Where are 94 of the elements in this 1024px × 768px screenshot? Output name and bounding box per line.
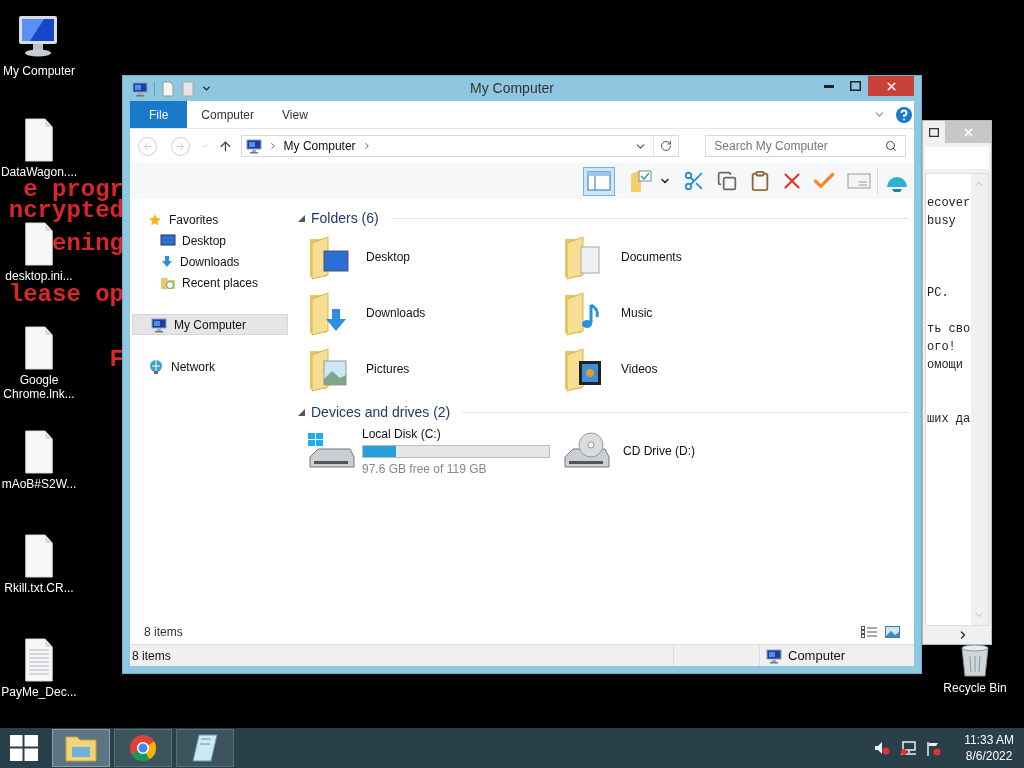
status-count: 8 items (131, 647, 172, 665)
details-view-icon[interactable] (861, 626, 877, 638)
collapse-icon[interactable] (298, 214, 305, 222)
taskbar-button[interactable] (52, 729, 110, 767)
message-line: PC. (927, 285, 950, 302)
close-icon (884, 79, 898, 93)
ribbon-tab[interactable]: View (268, 101, 322, 128)
nav-item[interactable]: Downloads (130, 251, 290, 272)
network-status-icon[interactable] (900, 740, 917, 756)
status-location: Computer (788, 646, 846, 665)
taskbar-button[interactable] (176, 729, 234, 767)
up-icon[interactable] (217, 138, 233, 154)
maximize-icon (849, 81, 861, 91)
desktop-icon-label[interactable]: My Computer (1, 64, 77, 78)
close-icon (961, 125, 975, 139)
preview-pane-button[interactable] (583, 166, 615, 196)
desktop-icon-label[interactable]: desktop.ini... (3, 269, 75, 283)
refresh-icon[interactable] (660, 140, 673, 152)
cd-drive-icon (561, 431, 611, 471)
folder-label[interactable]: Downloads (366, 304, 426, 322)
paste-icon[interactable] (749, 170, 771, 192)
message-line: ening (52, 230, 124, 257)
nav-item[interactable]: Network (130, 356, 290, 377)
folder-clock-icon (160, 275, 176, 290)
folder-icon (64, 733, 98, 763)
ribbon-tab[interactable]: File (130, 101, 188, 128)
chrome-icon (129, 734, 157, 762)
forward-arrow-icon (174, 140, 186, 152)
message-line: ших да (927, 411, 971, 428)
file-icon (24, 326, 54, 370)
collapse-icon[interactable] (298, 408, 305, 416)
search-icon (885, 140, 897, 152)
desktop-icon (160, 233, 176, 248)
file-icon (24, 222, 54, 266)
disk-drive-icon (306, 431, 356, 471)
search-field[interactable]: Search My Computer (705, 135, 906, 157)
desktop-icon-label[interactable]: Rkill.txt.CR... (2, 581, 76, 595)
large-icons-view-icon[interactable] (885, 626, 900, 638)
message-line: F (109, 346, 124, 373)
drive-label[interactable]: Local Disk (C:) (362, 424, 550, 443)
message-line: busy (927, 213, 957, 230)
network-icon (148, 358, 164, 375)
flag-icon[interactable] (926, 740, 943, 756)
message-line: омощи (927, 357, 964, 374)
drive-free-space: 97.6 GB free of 119 GB (362, 460, 488, 478)
address-bar[interactable]: My Computer (240, 135, 680, 157)
message-line: ого! (927, 339, 957, 356)
computer-icon (245, 138, 262, 154)
file-icon (24, 430, 54, 474)
taskbar-button[interactable] (114, 729, 172, 767)
back-arrow-icon (141, 140, 153, 152)
folder-label[interactable]: Videos (621, 360, 658, 378)
item-count: 8 items (144, 624, 183, 641)
clock[interactable]: 11:33 AM 8/6/2022 (964, 732, 1014, 764)
star-icon (148, 212, 162, 227)
folder-label[interactable]: Desktop (366, 248, 411, 266)
desktop-icon-label[interactable]: Recycle Bin (943, 681, 1007, 696)
group-header[interactable]: Folders (6) (311, 207, 379, 229)
folder-check-icon[interactable] (629, 168, 653, 194)
folder-label[interactable]: Documents (621, 248, 682, 266)
desktop-icon-label[interactable]: DataWagon.... (0, 165, 80, 179)
computer-icon (766, 647, 782, 664)
desktop-icon-label[interactable]: Google Chrome.lnk... (0, 373, 78, 401)
desktop-icon-label[interactable]: mAoB#S2W... (0, 477, 79, 491)
copy-icon[interactable] (717, 171, 737, 191)
start-button[interactable] (10, 735, 38, 761)
group-header[interactable]: Devices and drives (2) (311, 401, 451, 423)
computer-icon (132, 80, 148, 97)
file-icon (24, 118, 54, 162)
message-line: lease op (8, 281, 124, 308)
computer-icon (151, 316, 167, 333)
download-icon (160, 254, 174, 269)
text-file-icon (24, 638, 54, 682)
address-path[interactable]: My Computer (283, 137, 356, 155)
nav-item[interactable]: Desktop (130, 230, 290, 251)
desktop-icon-label[interactable]: PayMe_Dec... (0, 685, 79, 699)
help-icon[interactable] (896, 106, 912, 123)
scissors-icon[interactable] (683, 170, 705, 192)
message-line: ecover (927, 195, 971, 212)
drive-label[interactable]: CD Drive (D:) (623, 442, 695, 460)
minimize-icon (824, 84, 834, 88)
window-title: My Computer (470, 79, 555, 98)
notepad-icon (191, 733, 219, 763)
nav-item[interactable]: Favorites (130, 209, 290, 230)
folder-label[interactable]: Music (621, 304, 653, 322)
file-icon (24, 534, 54, 578)
maximize-icon (929, 127, 939, 137)
message-line: ть сво (927, 321, 971, 338)
muted-speaker-icon[interactable] (874, 741, 891, 755)
folder-label[interactable]: Pictures (366, 360, 410, 378)
caret-icon[interactable] (201, 83, 212, 94)
nav-item[interactable]: Recent places (130, 272, 290, 293)
ribbon-tab[interactable]: Computer (187, 101, 269, 128)
nav-item[interactable]: My Computer (132, 314, 288, 335)
